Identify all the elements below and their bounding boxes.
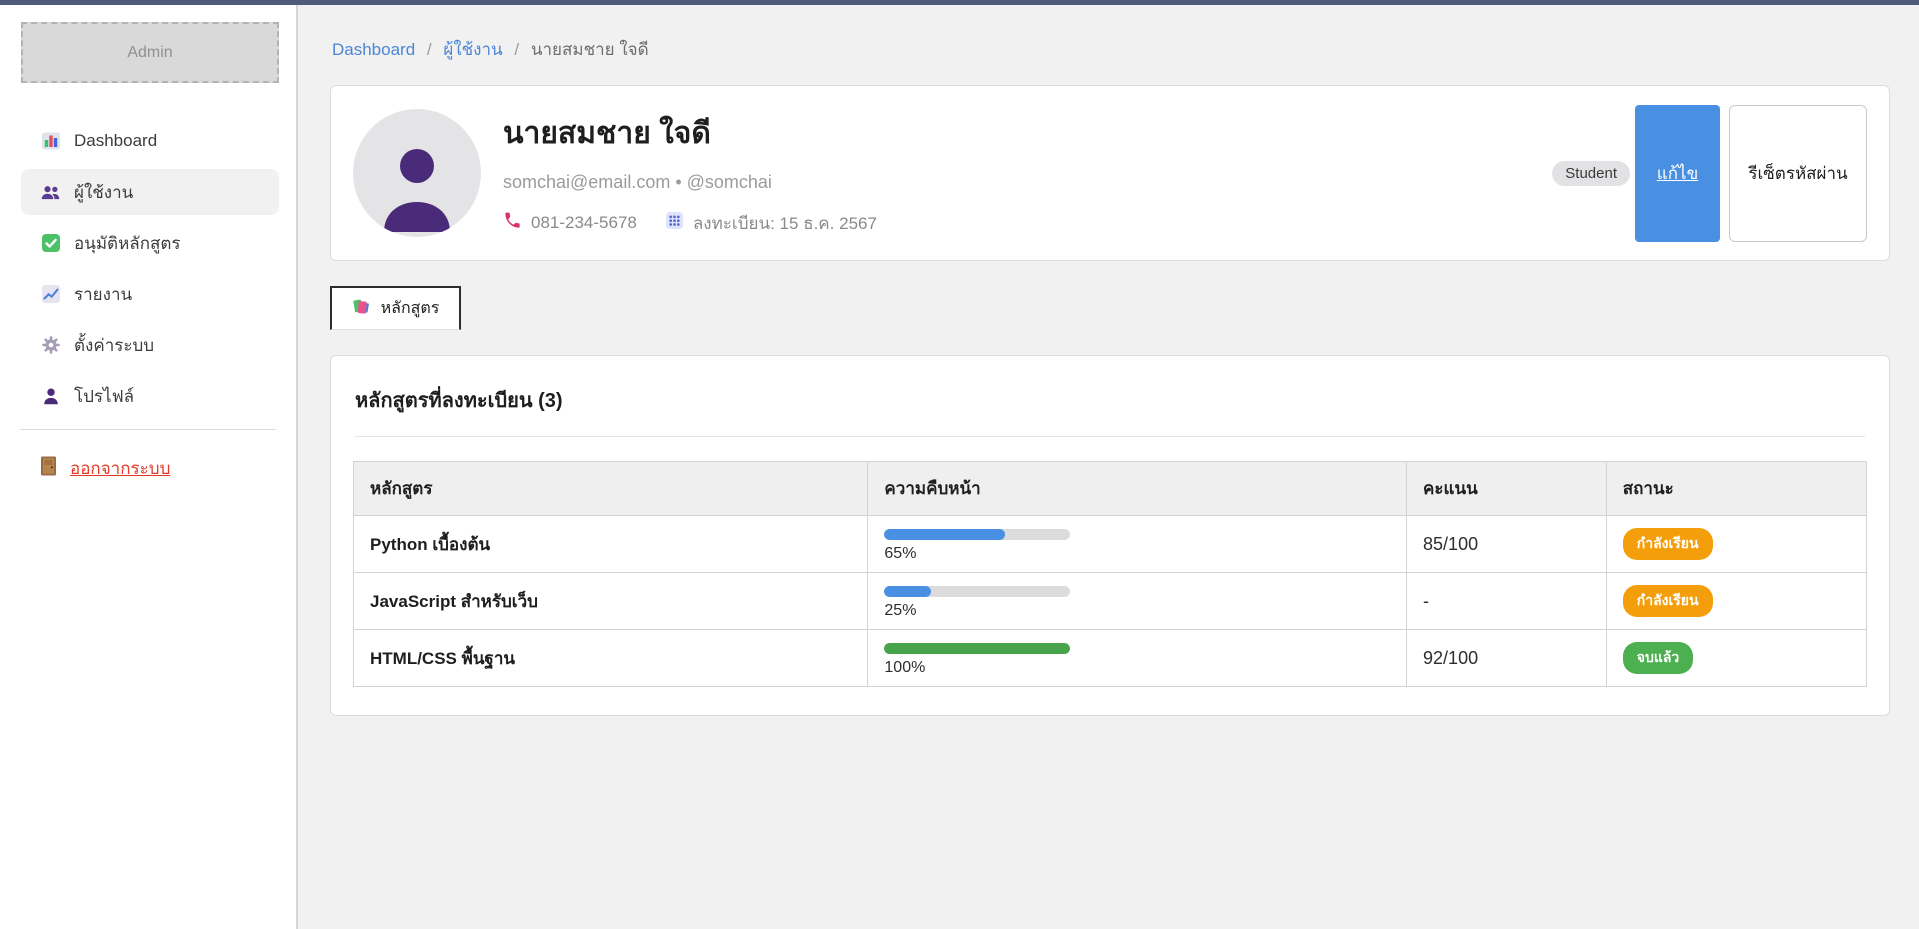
table-header-row: หลักสูตร ความคืบหน้า คะแนน สถานะ <box>354 462 1867 516</box>
progress-bar <box>884 529 1070 540</box>
app-window: Admin Dashboard ผู้ใช้งาน อนุมัติหลักสูต… <box>0 0 1919 929</box>
course-name: JavaScript สำหรับเว็บ <box>370 592 538 611</box>
admin-logo-placeholder: Admin <box>21 22 279 83</box>
courses-title: หลักสูตรที่ลงทะเบียน (3) <box>355 384 1867 416</box>
sidebar-item-label: Dashboard <box>74 131 157 151</box>
sidebar-item-dashboard[interactable]: Dashboard <box>21 118 279 164</box>
main-content: Dashboard / ผู้ใช้งาน / นายสมชาย ใจดี นา… <box>298 0 1919 929</box>
sidebar: Admin Dashboard ผู้ใช้งาน อนุมัติหลักสูต… <box>0 0 298 929</box>
table-row: Python เบื้องต้น 65% 85/100 กำลังเรียน <box>354 516 1867 573</box>
role-badge: Student <box>1552 161 1630 186</box>
progress-bar <box>884 586 1070 597</box>
sidebar-menu: Dashboard ผู้ใช้งาน อนุมัติหลักสูตร รายง… <box>0 118 296 419</box>
breadcrumb-separator: / <box>427 40 432 59</box>
tab-courses[interactable]: หลักสูตร <box>330 286 461 330</box>
profile-meta: 081-234-5678 ลงทะเบียน: 15 ธ.ค. 2567 <box>503 210 877 237</box>
edit-button[interactable]: แก้ไข <box>1635 105 1720 242</box>
sidebar-item-label: โปรไฟล์ <box>74 383 134 410</box>
column-header-status: สถานะ <box>1606 462 1866 516</box>
tab-bar: หลักสูตร <box>330 286 1890 330</box>
bar-chart-icon <box>40 131 61 152</box>
person-silhouette-icon <box>376 140 458 237</box>
progress-label: 100% <box>884 659 1390 677</box>
users-icon <box>40 182 61 203</box>
course-score: 85/100 <box>1423 534 1478 554</box>
sidebar-item-label: รายงาน <box>74 281 132 308</box>
profile-email: somchai@email.com • @somchai <box>503 172 877 193</box>
tab-courses-label: หลักสูตร <box>381 296 440 321</box>
sidebar-item-profile[interactable]: โปรไฟล์ <box>21 373 279 419</box>
progress-bar-fill <box>884 529 1005 540</box>
avatar <box>353 109 481 237</box>
sidebar-divider <box>20 429 276 430</box>
breadcrumb-dashboard[interactable]: Dashboard <box>332 40 415 59</box>
sidebar-item-label: ตั้งค่าระบบ <box>74 332 154 359</box>
phone-number: 081-234-5678 <box>531 213 637 233</box>
check-square-icon <box>40 233 61 254</box>
phone-icon <box>503 211 522 235</box>
person-icon <box>40 386 61 407</box>
course-score: 92/100 <box>1423 648 1478 668</box>
table-row: HTML/CSS พื้นฐาน 100% 92/100 จบแล้ว <box>354 630 1867 687</box>
books-icon <box>352 297 371 321</box>
progress-label: 25% <box>884 602 1390 620</box>
registered-date: ลงทะเบียน: 15 ธ.ค. 2567 <box>693 210 877 237</box>
progress-label: 65% <box>884 545 1390 563</box>
breadcrumb: Dashboard / ผู้ใช้งาน / นายสมชาย ใจดี <box>332 36 1890 63</box>
sidebar-item-approve-courses[interactable]: อนุมัติหลักสูตร <box>21 220 279 266</box>
breadcrumb-users[interactable]: ผู้ใช้งาน <box>443 40 502 59</box>
breadcrumb-separator: / <box>514 40 519 59</box>
progress-bar-fill <box>884 586 931 597</box>
profile-phone: 081-234-5678 <box>503 211 637 235</box>
column-header-progress: ความคืบหน้า <box>868 462 1407 516</box>
course-score: - <box>1423 591 1429 611</box>
status-badge: จบแล้ว <box>1623 642 1694 674</box>
logout-label: ออกจากระบบ <box>70 455 170 482</box>
course-name: HTML/CSS พื้นฐาน <box>370 649 515 668</box>
status-badge: กำลังเรียน <box>1623 585 1713 617</box>
progress-bar <box>884 643 1070 654</box>
course-name: Python เบื้องต้น <box>370 535 490 554</box>
sidebar-item-settings[interactable]: ตั้งค่าระบบ <box>21 322 279 368</box>
progress-bar-fill <box>884 643 1070 654</box>
reset-password-button[interactable]: รีเซ็ตรหัสผ่าน <box>1729 105 1867 242</box>
line-chart-icon <box>40 284 61 305</box>
top-accent-bar <box>0 0 1919 5</box>
sidebar-item-label: ผู้ใช้งาน <box>74 179 133 206</box>
title-divider <box>355 436 1865 437</box>
sidebar-item-users[interactable]: ผู้ใช้งาน <box>21 169 279 215</box>
table-row: JavaScript สำหรับเว็บ 25% - กำลังเรียน <box>354 573 1867 630</box>
sidebar-item-reports[interactable]: รายงาน <box>21 271 279 317</box>
admin-logo-label: Admin <box>127 44 172 62</box>
calendar-icon <box>665 211 684 235</box>
gear-icon <box>40 335 61 356</box>
profile-name: นายสมชาย ใจดี <box>503 110 877 157</box>
door-icon <box>40 456 57 481</box>
logout-button[interactable]: ออกจากระบบ <box>21 448 279 488</box>
profile-registered: ลงทะเบียน: 15 ธ.ค. 2567 <box>665 210 877 237</box>
profile-actions: Student แก้ไข รีเซ็ตรหัสผ่าน <box>1552 105 1867 242</box>
sidebar-item-label: อนุมัติหลักสูตร <box>74 230 181 257</box>
profile-card: นายสมชาย ใจดี somchai@email.com • @somch… <box>330 85 1890 261</box>
courses-card: หลักสูตรที่ลงทะเบียน (3) หลักสูตร ความคื… <box>330 355 1890 716</box>
column-header-course: หลักสูตร <box>354 462 868 516</box>
profile-info: นายสมชาย ใจดี somchai@email.com • @somch… <box>503 110 877 237</box>
column-header-score: คะแนน <box>1407 462 1607 516</box>
status-badge: กำลังเรียน <box>1623 528 1713 560</box>
courses-table: หลักสูตร ความคืบหน้า คะแนน สถานะ Python … <box>353 461 1867 687</box>
breadcrumb-current: นายสมชาย ใจดี <box>531 40 649 59</box>
